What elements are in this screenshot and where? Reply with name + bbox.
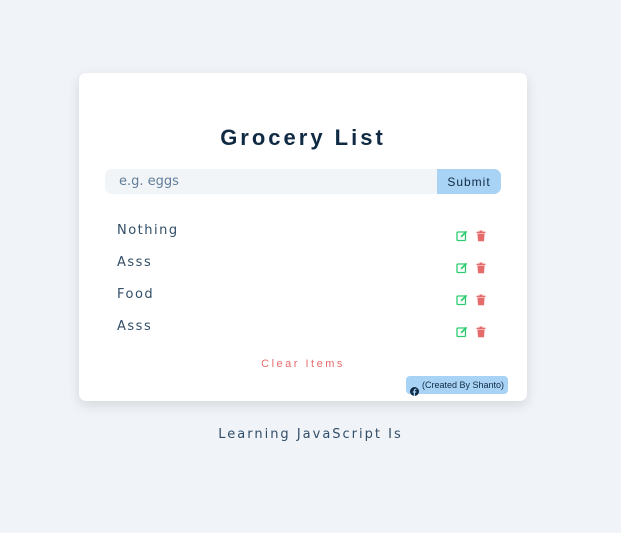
- facebook-icon: [409, 381, 419, 396]
- trash-icon[interactable]: [475, 227, 487, 242]
- credit-badge[interactable]: (Created By Shanto): [406, 376, 508, 396]
- trash-icon[interactable]: [475, 259, 487, 274]
- list-item: Nothing: [117, 219, 491, 251]
- trash-icon[interactable]: [475, 291, 487, 306]
- list-item-label: Asss: [117, 255, 153, 270]
- clear-items-button[interactable]: Clear Items: [79, 358, 527, 370]
- grocery-card: Grocery List Submit Nothing Asss Food: [79, 73, 527, 401]
- page-title: Grocery List: [220, 125, 386, 150]
- list-item: Food: [117, 283, 491, 315]
- credit-label: (Created By Shanto): [421, 380, 505, 390]
- edit-icon[interactable]: [456, 259, 468, 274]
- edit-icon[interactable]: [456, 291, 468, 306]
- list-item: Asss: [117, 251, 491, 283]
- edit-icon[interactable]: [456, 227, 468, 242]
- list-item-label: Nothing: [117, 223, 179, 238]
- list-item-label: Food: [117, 287, 155, 302]
- list-item-label: Asss: [117, 319, 153, 334]
- list-item: Asss: [117, 315, 491, 347]
- grocery-form: Submit: [105, 169, 501, 194]
- trash-icon[interactable]: [475, 323, 487, 338]
- submit-button[interactable]: Submit: [437, 169, 501, 194]
- footer-text: Learning JavaScript Is: [218, 427, 403, 442]
- grocery-list: Nothing Asss Food Asss: [117, 219, 491, 347]
- edit-icon[interactable]: [456, 323, 468, 338]
- grocery-input[interactable]: [105, 169, 437, 194]
